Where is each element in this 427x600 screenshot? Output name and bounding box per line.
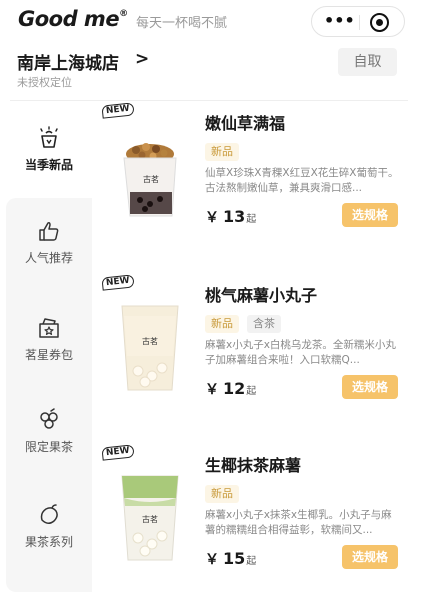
close-mini-program-icon[interactable]	[370, 13, 389, 32]
sparkle-cup-icon	[40, 126, 58, 148]
select-spec-button[interactable]: 选规格	[342, 375, 398, 399]
product-price: ￥ 15起	[205, 549, 256, 569]
coconut-matcha-drink-image: 古茗	[121, 475, 179, 561]
sidebar-item-coupon-pack[interactable]: 茗星券包	[6, 316, 92, 363]
product-tags: 新品	[205, 143, 239, 161]
brand-slogan: 每天一杯喝不腻	[136, 16, 228, 31]
product-card[interactable]: 古茗 NEW 桃气麻薯小丸子 新品 含茶 麻薯x小丸子x白桃乌龙茶。全新糯米小丸…	[100, 274, 410, 426]
product-card[interactable]: 古茗 NEW 嫩仙草满福 新品 仙草X珍珠X青稞X红豆X花生碎X葡萄干。古法熬制…	[100, 102, 410, 254]
price-suffix: 起	[246, 214, 257, 225]
product-tags: 新品	[205, 485, 239, 503]
coupon-pack-icon	[39, 318, 59, 338]
thumbs-up-icon	[39, 222, 59, 241]
currency-symbol: ￥	[205, 382, 219, 398]
product-name: 桃气麻薯小丸子	[205, 286, 318, 305]
sidebar-item-new-season[interactable]: 当季新品	[6, 126, 92, 173]
product-description: 仙草X珍珠X青稞X红豆X花生碎X葡萄干。古法熬制嫩仙草，兼具爽滑口感...	[205, 167, 399, 194]
sidebar-item-label: 限定果茶	[24, 440, 73, 454]
product-tag: 新品	[205, 315, 239, 333]
mango-icon	[40, 504, 58, 524]
chevron-right-icon[interactable]: >	[135, 49, 149, 69]
brand-logo: Good me®	[18, 7, 128, 31]
grapes-icon	[40, 408, 58, 429]
product-tag: 新品	[205, 143, 239, 161]
product-name: 生椰抹茶麻薯	[205, 456, 302, 475]
product-price: ￥ 12起	[205, 379, 256, 399]
more-options-icon[interactable]: •••	[324, 13, 355, 30]
product-tag: 含茶	[247, 315, 281, 333]
currency-symbol: ￥	[205, 210, 219, 226]
currency-symbol: ￥	[205, 552, 219, 568]
product-tags: 新品 含茶	[205, 315, 281, 333]
location-status: 未授权定位	[17, 76, 72, 89]
top-bar: Good me® 每天一杯喝不腻 •••	[0, 0, 427, 40]
price-value: 12	[223, 379, 246, 398]
grass-jelly-drink-image: 古茗	[123, 143, 177, 217]
sidebar-item-label: 当季新品	[24, 158, 73, 172]
product-description: 麻薯x小丸子x抹茶x生椰乳。小丸子与麻薯的糯糯组合相得益彰，软糯间又...	[205, 509, 392, 536]
sidebar-item-popular[interactable]: 人气推荐	[6, 219, 92, 266]
price-suffix: 起	[246, 556, 257, 567]
price-value: 13	[223, 207, 246, 226]
header-divider	[10, 100, 408, 101]
store-name[interactable]: 南岸上海城店	[17, 49, 119, 74]
product-tag: 新品	[205, 485, 239, 503]
product-description: 麻薯x小丸子x白桃乌龙茶。全新糯米小丸子加麻薯组合来啦！入口软糯Q...	[205, 339, 396, 366]
brand-name: Good me	[18, 7, 120, 31]
cup-label: 古茗	[142, 514, 158, 524]
mini-program-capsule: •••	[311, 6, 405, 37]
product-price: ￥ 13起	[205, 207, 256, 227]
peach-mochi-drink-image: 古茗	[121, 305, 179, 391]
sidebar-item-label: 茗星券包	[24, 348, 73, 362]
brand-registered-mark: ®	[119, 9, 128, 19]
capsule-divider	[359, 15, 360, 30]
cup-label: 古茗	[142, 336, 158, 346]
product-name: 嫩仙草满福	[205, 114, 286, 133]
sidebar-item-label: 果茶系列	[24, 535, 73, 549]
sidebar-item-limited-fruit-tea[interactable]: 限定果茶	[6, 408, 92, 455]
price-value: 15	[223, 549, 246, 568]
sidebar-item-label: 人气推荐	[24, 251, 73, 265]
pickup-button[interactable]: 自取	[338, 48, 397, 76]
select-spec-button[interactable]: 选规格	[342, 203, 398, 227]
price-suffix: 起	[246, 386, 257, 397]
product-card[interactable]: 古茗 NEW 生椰抹茶麻薯 新品 麻薯x小丸子x抹茶x生椰乳。小丸子与麻薯的糯糯…	[100, 444, 410, 596]
cup-label: 古茗	[143, 174, 159, 184]
sidebar-item-fruit-tea[interactable]: 果茶系列	[6, 503, 92, 550]
select-spec-button[interactable]: 选规格	[342, 545, 398, 569]
